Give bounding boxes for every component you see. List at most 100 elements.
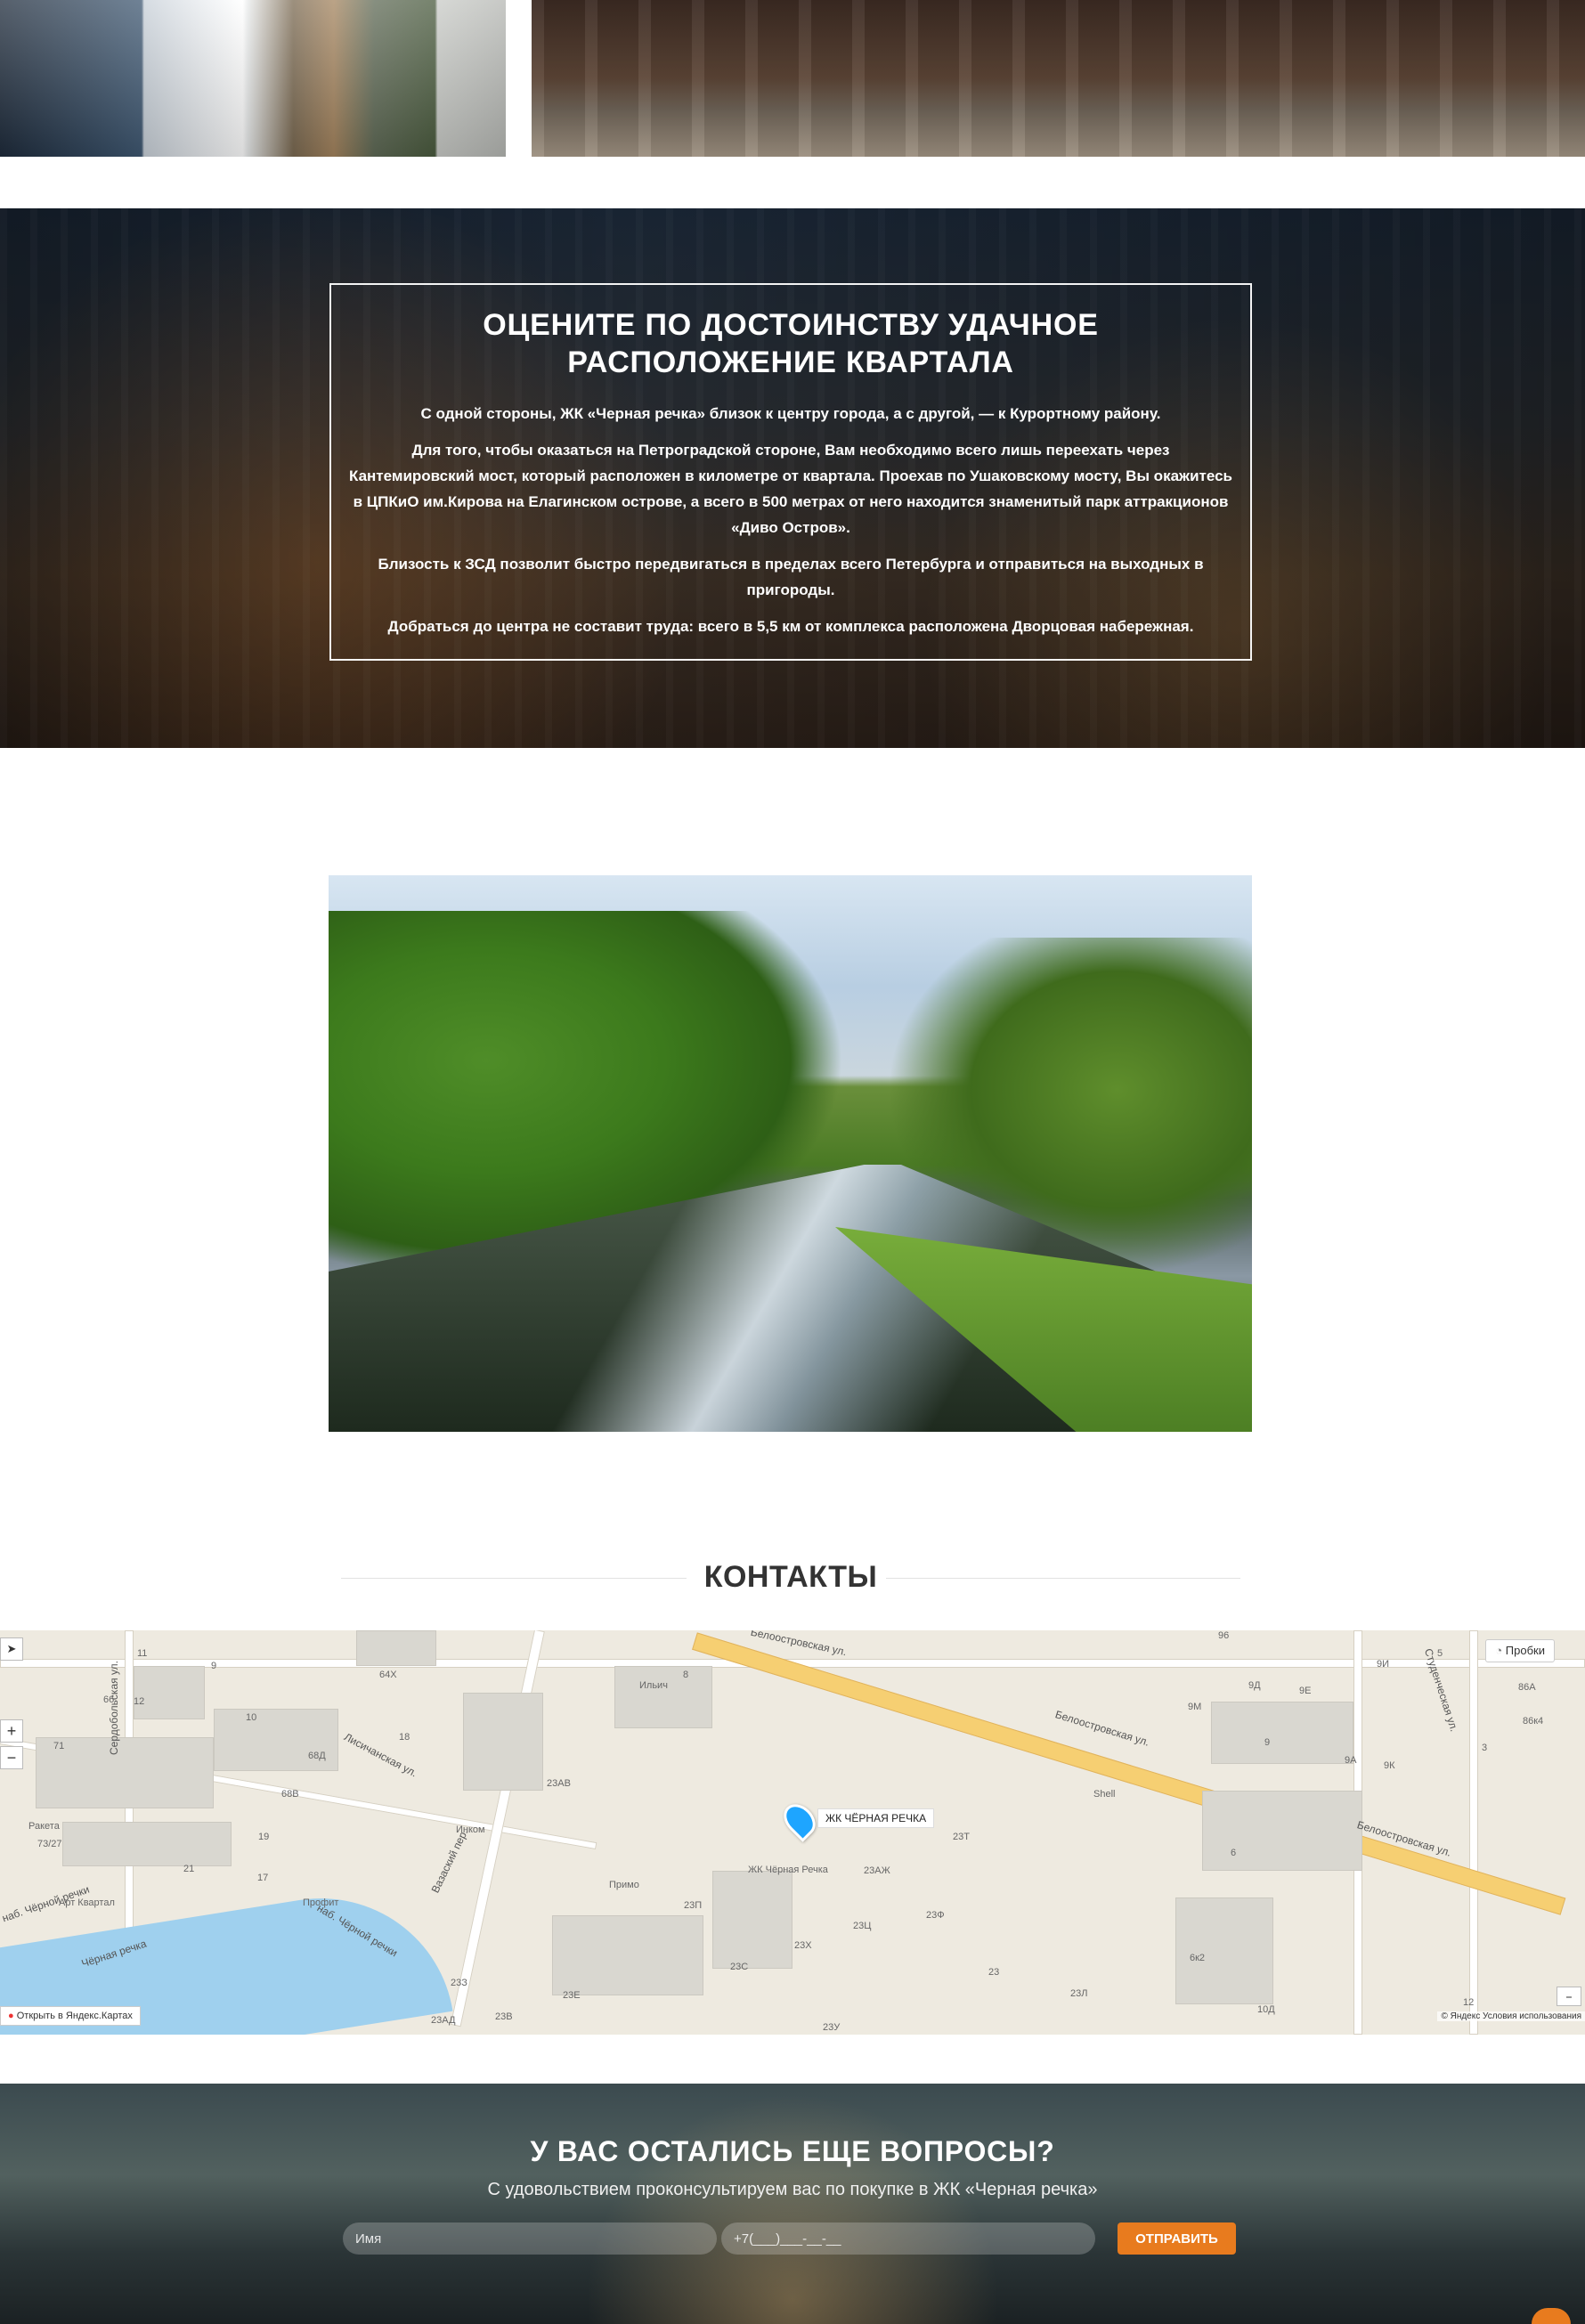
house-number: 23АВ — [547, 1778, 571, 1789]
building-block — [1202, 1791, 1362, 1871]
pin-label[interactable]: ЖК ЧЁРНАЯ РЕЧКА — [817, 1808, 935, 1828]
house-number: 23П — [684, 1900, 703, 1911]
location-section: ОЦЕНИТЕ ПО ДОСТОИНСТВУ УДАЧНОЕ РАСПОЛОЖЕ… — [0, 208, 1585, 748]
house-number: 23Ц — [853, 1921, 872, 1931]
open-in-yandex-link[interactable]: ● Открыть в Яндекс.Картах — [0, 2006, 141, 2026]
house-number: 9И — [1377, 1659, 1390, 1670]
house-number: 23 — [988, 1967, 1000, 1978]
house-number: 3 — [1482, 1743, 1488, 1753]
house-number: 19 — [258, 1832, 270, 1842]
location-text-box: ОЦЕНИТЕ ПО ДОСТОИНСТВУ УДАЧНОЕ РАСПОЛОЖЕ… — [329, 283, 1252, 661]
building-block — [1211, 1702, 1353, 1764]
house-number: 9 — [1264, 1737, 1271, 1748]
poi-label: Арт Квартал — [59, 1897, 115, 1908]
traffic-label: Пробки — [1505, 1644, 1545, 1657]
house-number: 6к2 — [1190, 1953, 1206, 1963]
location-pin-icon[interactable] — [777, 1798, 822, 1842]
poi-label: ЖК Чёрная Речка — [748, 1865, 828, 1875]
house-number: 23У — [823, 2022, 841, 2033]
yandex-map[interactable]: ➤ + − ◔ Пробки ⎯ Белоостровская ул. Бело… — [0, 1630, 1585, 2035]
building-block — [134, 1666, 205, 1719]
submit-button[interactable]: ОТПРАВИТЬ — [1118, 2222, 1236, 2255]
house-number: 23З — [451, 1978, 467, 1988]
building-block — [356, 1630, 436, 1666]
house-number: 9К — [1384, 1760, 1395, 1771]
building-block — [552, 1915, 703, 1995]
phone-input[interactable] — [721, 2222, 1095, 2255]
location-paragraph-4: Добраться до центра не составит труда: в… — [387, 618, 1194, 635]
traffic-toggle[interactable]: ◔ Пробки — [1485, 1639, 1555, 1662]
house-number: 9Е — [1299, 1686, 1312, 1696]
house-number: 18 — [399, 1732, 410, 1743]
house-number: 73/27 — [37, 1839, 62, 1849]
poi-label: Ракета — [28, 1821, 60, 1832]
zoom-out-button[interactable]: − — [0, 1746, 23, 1769]
house-number: 9 — [211, 1661, 217, 1671]
house-number: 23Е — [563, 1990, 581, 2001]
contacts-heading: КОНТАКТЫ — [341, 1560, 1240, 1596]
questions-title: У ВАС ОСТАЛИСЬ ЕЩЕ ВОПРОСЫ? — [530, 2135, 1055, 2167]
street-label: Белоостровская ул. — [1053, 1708, 1151, 1749]
house-number: 96 — [1218, 1630, 1230, 1641]
building-block — [214, 1709, 338, 1771]
building-block — [712, 1871, 792, 1969]
building-block — [1175, 1897, 1273, 2004]
poi-label: Примо — [609, 1880, 639, 1890]
house-number: 5 — [1437, 1648, 1443, 1659]
house-number: 23В — [495, 2011, 513, 2022]
house-number: 8 — [683, 1670, 689, 1680]
poi-label: Shell — [1093, 1789, 1116, 1800]
house-number: 23Л — [1070, 1988, 1088, 1999]
geolocation-button[interactable]: ➤ — [0, 1637, 23, 1661]
house-number: 68Д — [308, 1751, 326, 1761]
location-title: ОЦЕНИТЕ ПО ДОСТОИНСТВУ УДАЧНОЕ РАСПОЛОЖЕ… — [483, 308, 1099, 379]
house-number: 9М — [1188, 1702, 1202, 1712]
name-input[interactable] — [343, 2222, 717, 2255]
house-number: 12 — [1463, 1997, 1475, 2008]
house-number: 71 — [53, 1741, 65, 1751]
house-number: 64Х — [379, 1670, 397, 1680]
building-block — [614, 1666, 712, 1728]
interior-photo — [0, 0, 506, 157]
house-number: 23Х — [794, 1940, 812, 1951]
ruler-button[interactable]: ⎯ — [1557, 1987, 1581, 2006]
building-block — [463, 1693, 543, 1791]
location-paragraph-1: С одной стороны, ЖК «Черная речка» близо… — [420, 405, 1161, 422]
zoom-in-button[interactable]: + — [0, 1719, 23, 1743]
callback-form: ОТПРАВИТЬ — [343, 2222, 1236, 2255]
street-label: Вазаский пер. — [428, 1826, 471, 1896]
location-paragraph-3: Близость к ЗСД позволит быстро передвига… — [378, 556, 1204, 598]
house-number: 86А — [1518, 1682, 1536, 1693]
house-number: 23АЖ — [864, 1865, 890, 1876]
house-number: 11 — [137, 1648, 148, 1659]
poi-label: Ильич — [639, 1680, 668, 1691]
map-copyright[interactable]: © Яндекс Условия использования — [1437, 2011, 1585, 2021]
house-number: 6 — [1231, 1848, 1237, 1858]
questions-subtitle: С удовольствием проконсультируем вас по … — [487, 2180, 1098, 2199]
street-photo — [532, 0, 1585, 157]
house-number: 17 — [257, 1873, 269, 1883]
house-number: 23Ф — [926, 1910, 945, 1921]
open-in-yandex-label: Открыть в Яндекс.Картах — [16, 2011, 133, 2021]
house-number: 68В — [281, 1789, 299, 1800]
house-number: 23С — [730, 1962, 749, 1972]
house-number: 9А — [1345, 1755, 1357, 1766]
house-number: 86к4 — [1523, 1716, 1544, 1727]
canal-photo — [329, 875, 1252, 1432]
house-number: 10 — [246, 1712, 257, 1723]
traffic-icon: ◔ — [1495, 1644, 1503, 1657]
house-number: 9Д — [1248, 1680, 1261, 1691]
house-number: 23Т — [953, 1832, 970, 1842]
questions-section: У ВАС ОСТАЛИСЬ ЕЩЕ ВОПРОСЫ? С удовольств… — [0, 2084, 1585, 2324]
house-number: 66 — [103, 1694, 115, 1705]
house-number: 12 — [134, 1696, 145, 1707]
chat-widget-tab[interactable] — [1532, 2308, 1571, 2324]
top-gallery — [0, 0, 1585, 157]
contacts-title: КОНТАКТЫ — [703, 1560, 878, 1594]
street-label: Сердобольская ул. — [108, 1660, 121, 1756]
house-number: 23АД — [431, 2015, 456, 2026]
house-number: 21 — [183, 1864, 195, 1874]
house-number: 10Д — [1257, 2004, 1275, 2015]
poi-label: Профит — [303, 1897, 339, 1908]
poi-label: Инком — [456, 1824, 485, 1835]
